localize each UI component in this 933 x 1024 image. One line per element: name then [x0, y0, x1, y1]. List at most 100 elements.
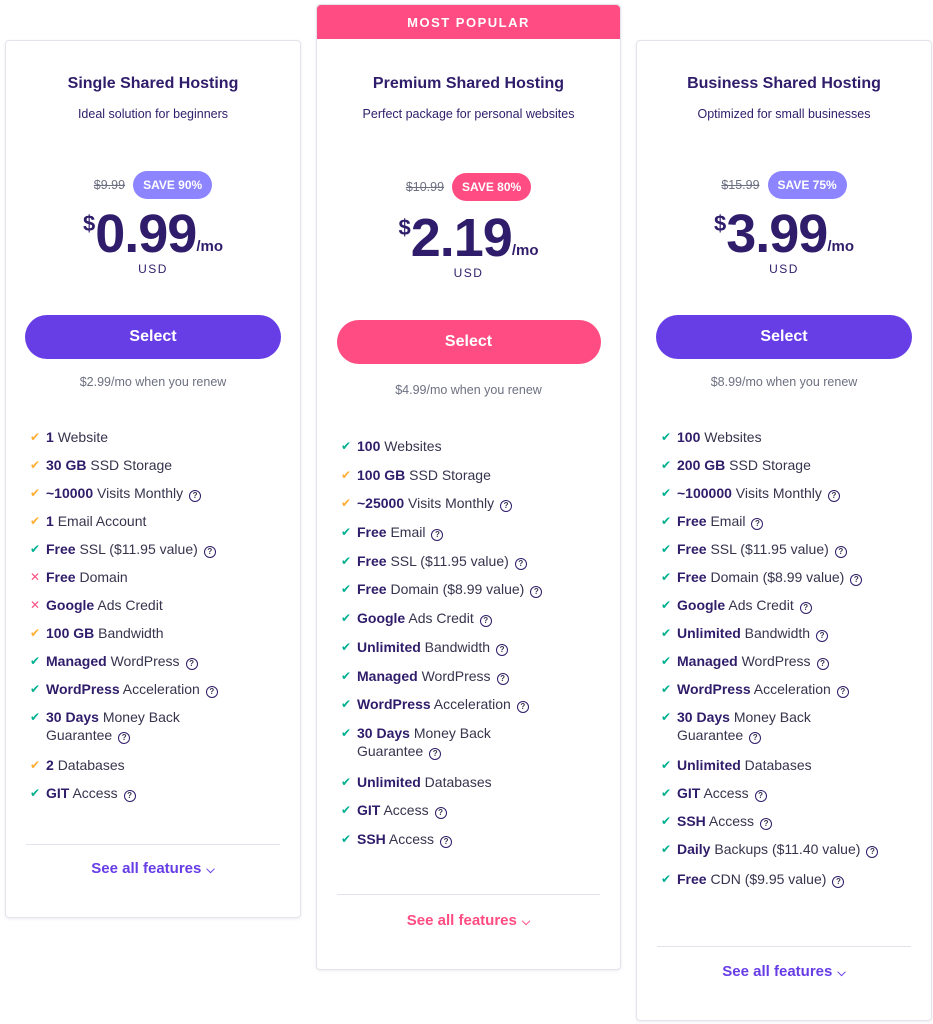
check-icon: ✔ [341, 803, 352, 818]
feature-highlight: Managed [357, 667, 418, 684]
feature-text: Email [390, 524, 426, 541]
check-icon: ✔ [341, 553, 352, 568]
save-badge: SAVE 75% [767, 171, 847, 199]
question-circle-icon[interactable]: ? [496, 672, 509, 685]
check-icon: ✔ [30, 430, 41, 444]
question-circle-icon[interactable]: ? [836, 686, 849, 698]
feature-highlight: SSH [677, 813, 706, 829]
divider [337, 894, 600, 895]
question-circle-icon[interactable]: ? [827, 490, 840, 502]
feature-item: ✔ 30 Days Money Back Guarantee? [341, 724, 531, 760]
price-amount: 2.19 [410, 208, 513, 268]
feature-highlight: 30 Days [46, 709, 99, 725]
feature-item: ✔ 100 GB SSD Storage [341, 466, 600, 484]
feature-item: ✔ WordPress Acceleration? [661, 680, 911, 698]
question-circle-icon[interactable]: ? [530, 586, 543, 599]
feature-highlight: Free [677, 513, 707, 529]
question-circle-icon[interactable]: ? [479, 615, 492, 628]
see-all-features-link[interactable]: See all features ⌵ [6, 860, 300, 877]
check-icon: ✔ [661, 654, 672, 668]
feature-item: ✔ Free Domain ($8.99 value)? [341, 580, 600, 599]
feature-item: ✔ 100 Websites [661, 428, 911, 446]
feature-highlight: 100 [357, 438, 381, 454]
question-circle-icon[interactable]: ? [816, 658, 829, 670]
question-circle-icon[interactable]: ? [434, 807, 447, 820]
check-icon: ✔ [341, 697, 352, 712]
see-all-label: See all features [722, 963, 833, 980]
select-button[interactable]: Select [25, 315, 281, 359]
feature-text: Domain ($8.99 value) [710, 569, 845, 585]
question-circle-icon[interactable]: ? [866, 846, 879, 858]
question-circle-icon[interactable]: ? [440, 835, 453, 848]
question-circle-icon[interactable]: ? [834, 546, 847, 558]
check-icon: ✔ [661, 758, 672, 772]
question-circle-icon[interactable]: ? [118, 732, 131, 744]
feature-text: SSD Storage [90, 457, 173, 473]
feature-highlight: GIT [46, 785, 70, 801]
feature-highlight: WordPress [677, 681, 751, 697]
question-circle-icon[interactable]: ? [500, 500, 513, 513]
feature-highlight: 30 Days [357, 724, 410, 741]
question-circle-icon[interactable]: ? [203, 546, 216, 558]
feature-text: Website [57, 429, 109, 445]
feature-text: SSD Storage [729, 457, 811, 473]
feature-item: ✔ 30 Days Money Back Guarantee? [661, 708, 851, 744]
check-icon: ✔ [341, 496, 352, 511]
feature-text: Domain [79, 569, 128, 585]
feature-text: Access [708, 813, 755, 829]
feature-text: Databases [424, 773, 492, 790]
feature-highlight: Free [357, 552, 387, 569]
select-button[interactable]: Select [656, 315, 912, 359]
feature-list: ✔ 100 Websites ✔ 200 GB SSD Storage ✔ ~100000… [637, 428, 931, 898]
feature-item: ✔ 1 Email Account [30, 512, 280, 530]
question-circle-icon[interactable]: ? [496, 643, 509, 656]
feature-item: ✔ 1 Website [30, 428, 280, 446]
feature-item: ✔ Unlimited Bandwidth? [341, 638, 600, 656]
question-circle-icon[interactable]: ? [514, 557, 527, 570]
question-circle-icon[interactable]: ? [832, 876, 845, 888]
question-circle-icon[interactable]: ? [431, 529, 444, 542]
feature-text: CDN ($9.95 value) [710, 871, 827, 887]
feature-item: ✔ WordPress Acceleration? [341, 695, 600, 714]
check-icon: ✔ [341, 639, 352, 654]
question-circle-icon[interactable]: ? [516, 701, 529, 714]
select-button[interactable]: Select [336, 320, 601, 364]
plan-title: Premium Shared Hosting [372, 75, 565, 92]
question-circle-icon[interactable]: ? [816, 630, 829, 642]
question-circle-icon[interactable]: ? [429, 747, 442, 760]
question-circle-icon[interactable]: ? [185, 658, 198, 670]
see-all-features-link[interactable]: See all features ⌵ [637, 963, 931, 980]
feature-item: ✔ GIT Access? [30, 784, 280, 802]
question-circle-icon[interactable]: ? [754, 790, 767, 802]
cross-icon: ✕ [30, 598, 41, 612]
check-icon: ✔ [661, 598, 672, 612]
check-icon: ✔ [30, 626, 41, 640]
feature-item: ✔ Free SSL ($11.95 value)? [341, 552, 600, 570]
question-circle-icon[interactable]: ? [850, 574, 863, 586]
feature-text: Visits Monthly [408, 495, 495, 512]
feature-item: ✔ Free CDN ($9.95 value)? [661, 870, 911, 888]
feature-list: ✔ 1 Website ✔ 30 GB SSD Storage ✔ ~10000 Visi… [6, 428, 300, 812]
question-circle-icon[interactable]: ? [189, 490, 202, 502]
feature-item: ✔ ~100000 Visits Monthly? [661, 484, 911, 502]
question-circle-icon[interactable]: ? [751, 518, 764, 530]
see-all-features-link[interactable]: See all features ⌵ [317, 912, 620, 929]
feature-highlight: Free [357, 581, 387, 598]
question-circle-icon[interactable]: ? [205, 686, 218, 698]
feature-item: ✕ Free Domain [30, 568, 280, 586]
question-circle-icon[interactable]: ? [799, 602, 812, 614]
price-amount: 0.99 [95, 204, 197, 264]
question-circle-icon[interactable]: ? [760, 818, 773, 830]
check-icon: ✔ [30, 682, 41, 696]
feature-item: ✔ SSH Access? [341, 830, 600, 848]
question-circle-icon[interactable]: ? [749, 732, 762, 744]
feature-highlight: Unlimited [357, 773, 421, 790]
check-icon: ✔ [341, 611, 352, 626]
feature-text: Acceleration [122, 681, 200, 697]
feature-highlight: Free [677, 541, 707, 557]
check-icon: ✔ [30, 654, 41, 668]
check-icon: ✔ [341, 439, 352, 453]
question-circle-icon[interactable]: ? [123, 790, 136, 802]
feature-highlight: Google [677, 597, 726, 613]
feature-item: ✔ ~10000 Visits Monthly? [30, 484, 280, 502]
